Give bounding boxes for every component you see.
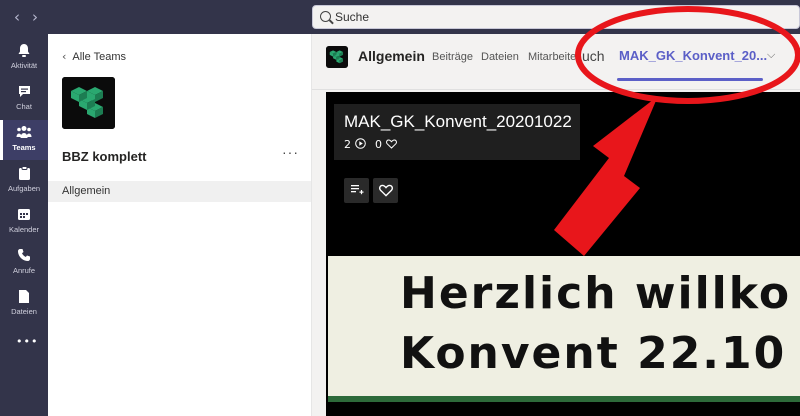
tab-posts[interactable]: Beiträge xyxy=(432,51,473,63)
rail-item-chat[interactable]: Chat xyxy=(0,79,48,119)
channel-title: Allgemein xyxy=(358,48,425,64)
bell-icon xyxy=(16,43,32,59)
more-apps-icon: ••• xyxy=(16,335,39,348)
views-count: 2 xyxy=(344,138,351,151)
search-placeholder: Suche xyxy=(335,10,370,24)
forward-arrow-icon[interactable]: › xyxy=(24,6,46,28)
back-to-teams-link[interactable]: ‹ Alle Teams xyxy=(62,50,126,63)
team-name: BBZ komplett xyxy=(62,149,147,164)
app-rail: Aktivität Chat Teams Aufgaben Kalender A… xyxy=(0,34,48,416)
search-input[interactable]: Suche xyxy=(312,5,800,29)
slide-green-strip xyxy=(328,396,800,402)
search-icon xyxy=(320,11,331,22)
back-label: Alle Teams xyxy=(72,51,127,63)
phone-icon xyxy=(16,248,32,264)
tab-wiki[interactable]: Mitarbeite xyxy=(528,51,576,63)
active-tab-indicator xyxy=(617,78,763,81)
rail-item-more-apps[interactable]: ••• xyxy=(0,329,48,369)
rail-item-tasks[interactable]: Aufgaben xyxy=(0,161,48,201)
rail-label: Chat xyxy=(16,102,32,111)
files-icon xyxy=(16,289,32,305)
channel-header: Allgemein Beiträge Dateien Mitarbeite uc… xyxy=(312,34,800,90)
video-player[interactable]: MAK_GK_Konvent_20201022 2 0 Herzlich wil… xyxy=(326,92,800,416)
chevron-down-icon[interactable]: ⌵ xyxy=(767,48,775,62)
tab-files[interactable]: Dateien xyxy=(481,51,519,63)
tab-overlap-text: uch xyxy=(582,48,605,64)
channel-logo xyxy=(326,46,348,68)
title-bar: ‹ › Suche xyxy=(0,0,800,34)
heart-icon xyxy=(385,138,397,151)
slide-line-2: Konvent 22.10 xyxy=(400,328,787,379)
likes-count: 0 xyxy=(375,138,382,151)
rail-label: Kalender xyxy=(8,225,40,234)
channel-label: Allgemein xyxy=(62,185,111,197)
more-options-icon[interactable]: ··· xyxy=(282,144,299,160)
rail-label: Dateien xyxy=(11,307,37,316)
chat-icon xyxy=(16,84,32,100)
tab-mak-gk-konvent[interactable]: MAK_GK_Konvent_20... xyxy=(619,48,767,63)
video-stats: 2 0 xyxy=(344,138,397,151)
chevron-left-icon: ‹ xyxy=(62,50,67,63)
team-logo xyxy=(62,77,115,129)
play-icon xyxy=(354,138,370,151)
rail-item-activity[interactable]: Aktivität xyxy=(0,38,48,78)
rail-label: Teams xyxy=(12,143,36,152)
calendar-icon xyxy=(16,207,32,223)
like-button[interactable] xyxy=(373,178,398,203)
rail-label: Anrufe xyxy=(12,266,36,275)
video-title-box: MAK_GK_Konvent_20201022 2 0 xyxy=(334,104,580,160)
rail-item-files[interactable]: Dateien xyxy=(0,284,48,324)
rail-label: Aktivität xyxy=(10,61,38,70)
video-slide: Herzlich willko Konvent 22.10 xyxy=(328,256,800,402)
slide-line-1: Herzlich willko xyxy=(400,268,792,319)
rail-item-calendar[interactable]: Kalender xyxy=(0,202,48,242)
add-to-playlist-button[interactable] xyxy=(344,178,369,203)
team-panel: ‹ Alle Teams BBZ komplett ··· Allgemein xyxy=(48,34,312,416)
rail-item-teams[interactable]: Teams xyxy=(0,120,48,160)
rail-label: Aufgaben xyxy=(7,184,41,193)
rail-item-calls[interactable]: Anrufe xyxy=(0,243,48,283)
channel-item-allgemein[interactable]: Allgemein xyxy=(48,181,311,202)
video-title: MAK_GK_Konvent_20201022 xyxy=(344,112,572,131)
teams-icon xyxy=(16,125,32,141)
tasks-icon xyxy=(16,166,32,182)
